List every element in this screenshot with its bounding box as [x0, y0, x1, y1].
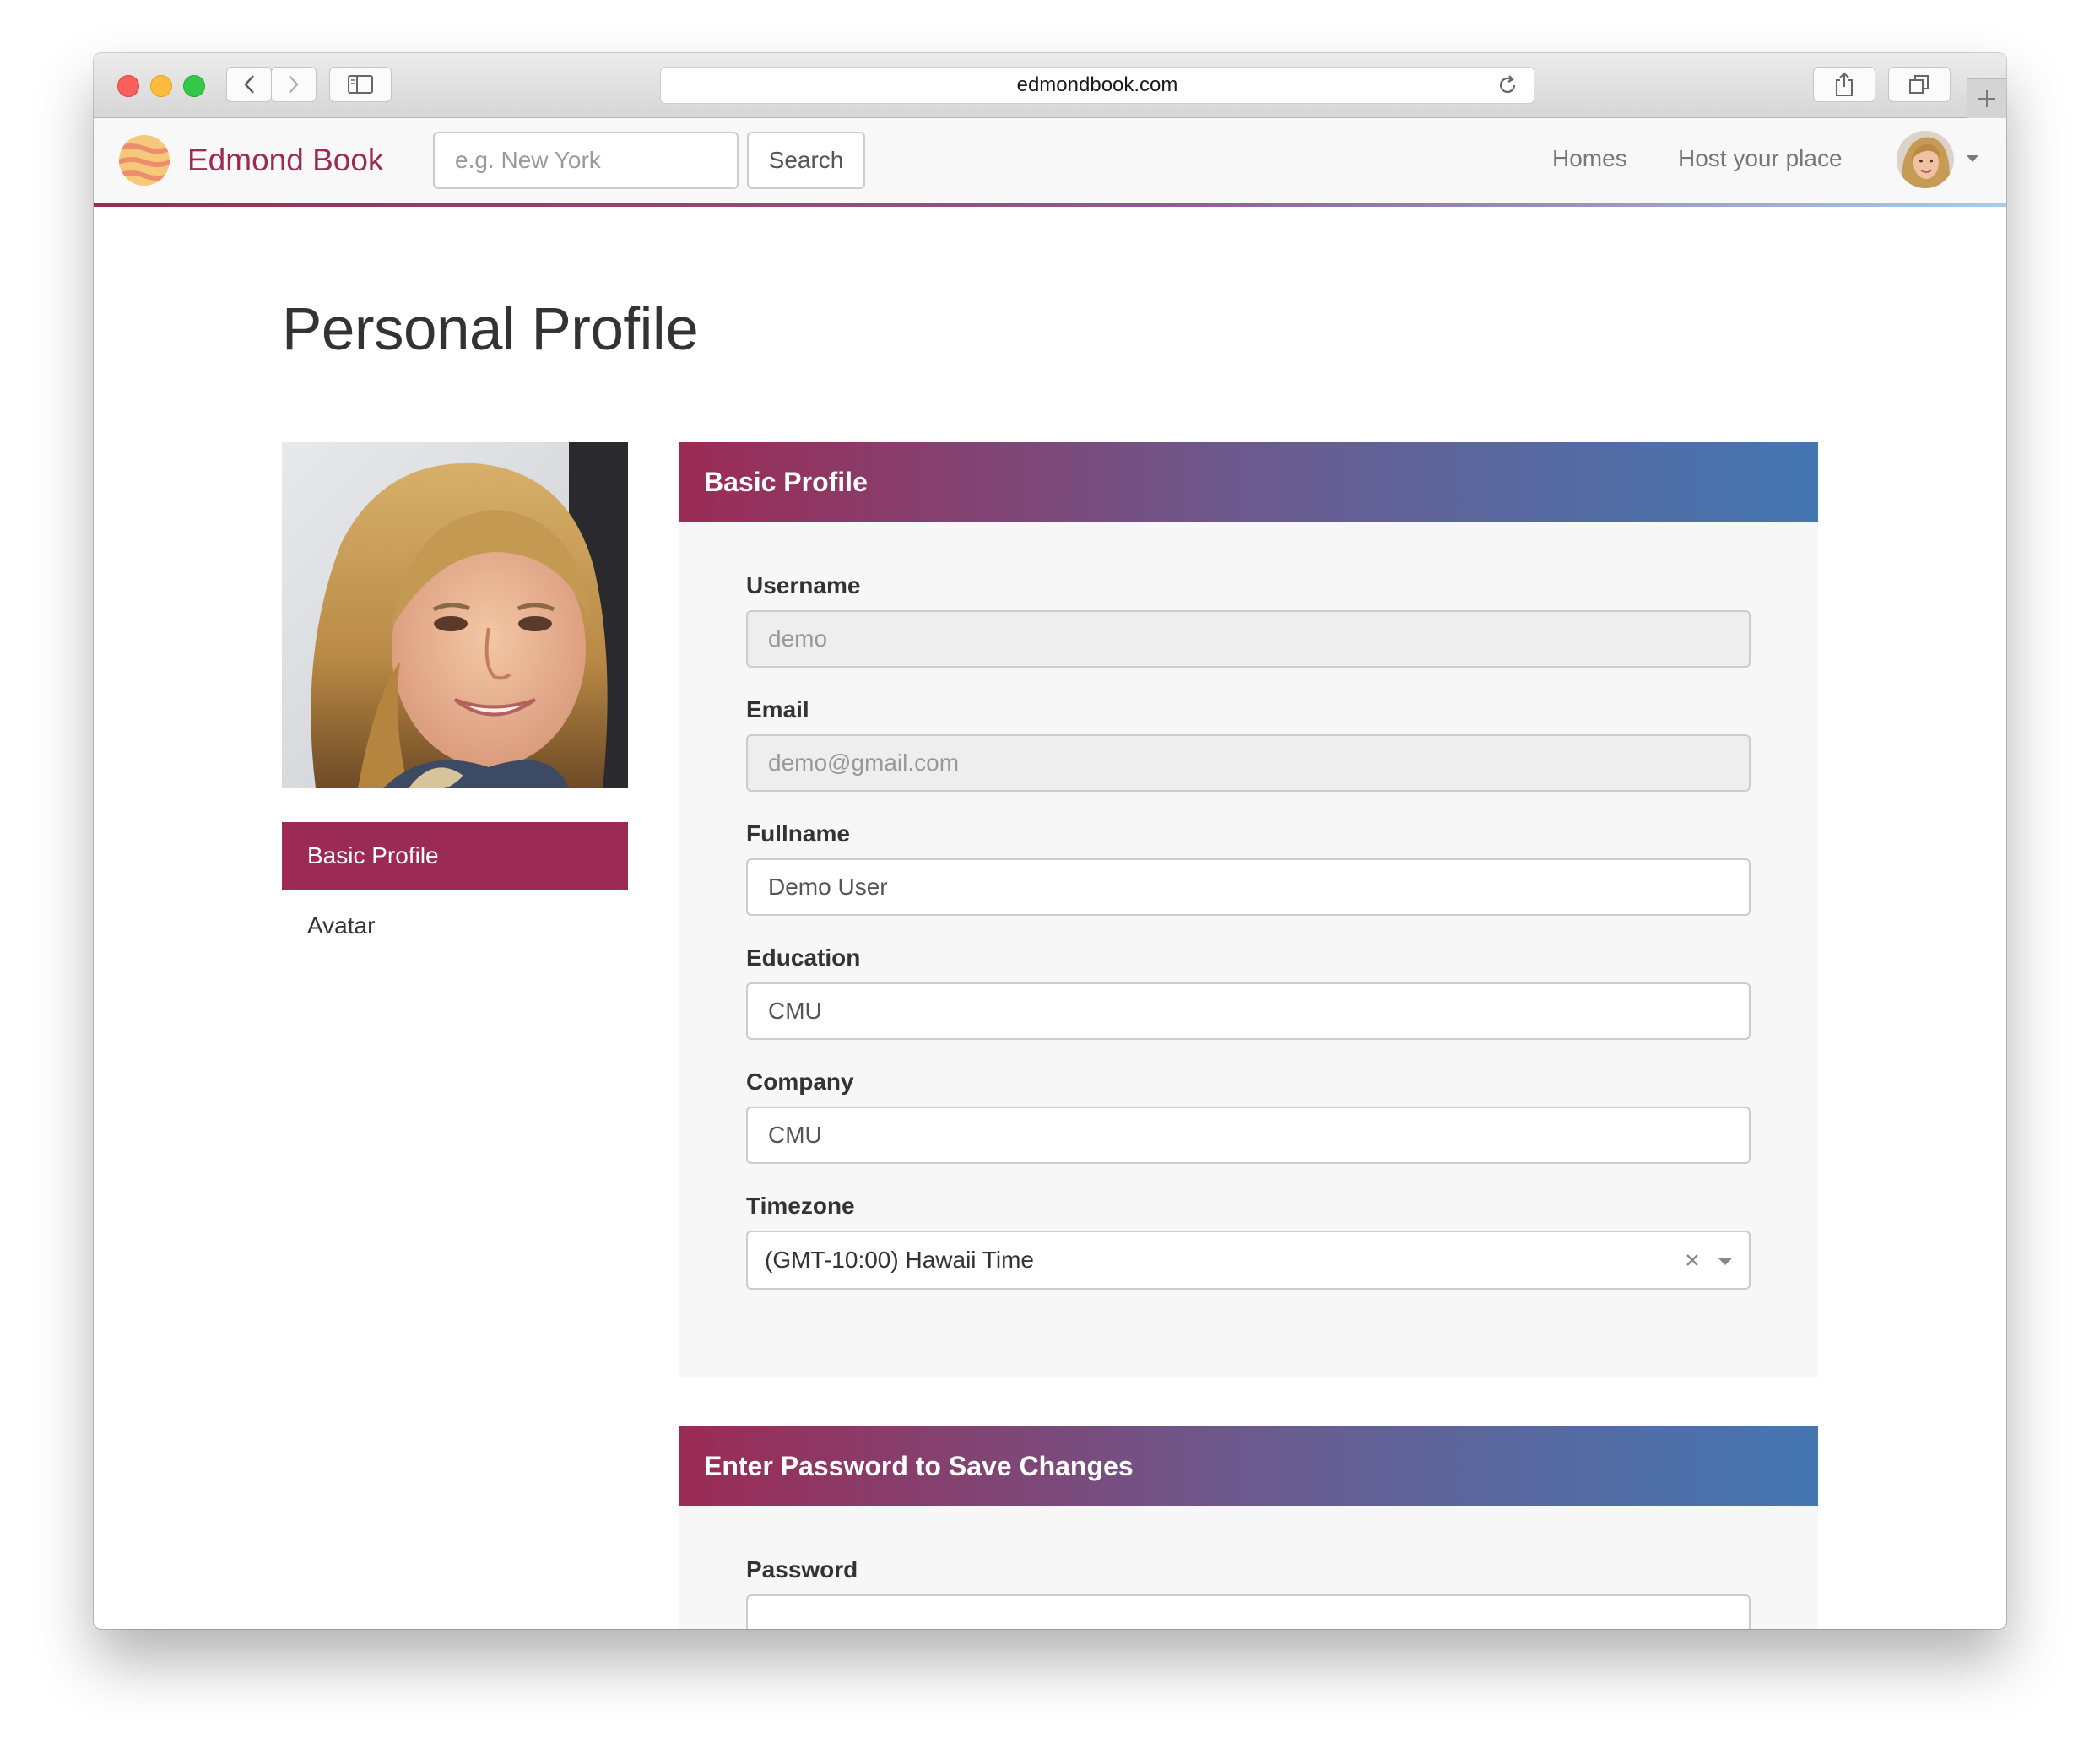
forward-button[interactable]: [271, 67, 317, 102]
page-title: Personal Profile: [282, 296, 699, 363]
tabs-icon: [1909, 75, 1929, 94]
share-icon: [1836, 72, 1853, 96]
search-button[interactable]: Search: [747, 132, 865, 189]
timezone-selected-value: (GMT-10:00) Hawaii Time: [765, 1247, 1034, 1273]
zoom-window-button[interactable]: [183, 75, 205, 97]
education-field[interactable]: [746, 982, 1751, 1040]
browser-window: edmondbook.com Edmond Book Se: [94, 53, 2006, 1629]
site-navbar: Edmond Book Search Homes Host your place: [94, 118, 2006, 203]
company-label: Company: [746, 1069, 854, 1095]
email-field: [746, 734, 1751, 792]
sidebar-item-avatar[interactable]: Avatar: [282, 890, 628, 962]
nav-link-host-your-place[interactable]: Host your place: [1678, 145, 1843, 172]
timezone-select[interactable]: (GMT-10:00) Hawaii Time: [746, 1231, 1751, 1290]
password-panel: Enter Password to Save Changes Password: [679, 1426, 1818, 1629]
chevron-left-icon: [244, 75, 254, 94]
url-text: edmondbook.com: [1016, 73, 1178, 96]
fullname-label: Fullname: [746, 820, 850, 847]
caret-down-icon[interactable]: [1966, 154, 1979, 163]
tabs-overview-button[interactable]: [1888, 67, 1951, 102]
password-label: Password: [746, 1556, 858, 1583]
email-group: Email: [746, 696, 1751, 792]
profile-sidebar-nav: Basic Profile Avatar: [282, 822, 628, 962]
company-field[interactable]: [746, 1107, 1751, 1164]
plus-icon: [1978, 90, 1995, 107]
user-avatar[interactable]: [1897, 131, 1954, 188]
new-tab-button[interactable]: [1967, 78, 2006, 118]
password-group: Password: [746, 1556, 1751, 1629]
sidebar-icon: [348, 75, 373, 94]
brand-name[interactable]: Edmond Book: [187, 143, 383, 178]
password-panel-heading: Enter Password to Save Changes: [679, 1426, 1818, 1506]
email-label: Email: [746, 696, 809, 722]
nav-link-homes[interactable]: Homes: [1552, 145, 1627, 172]
education-group: Education: [746, 944, 1751, 1040]
chevron-down-icon[interactable]: [1717, 1257, 1734, 1266]
basic-profile-panel: Basic Profile Username Email Fullname Ed…: [679, 442, 1818, 1377]
minimize-window-button[interactable]: [150, 75, 172, 97]
education-label: Education: [746, 944, 861, 971]
username-field: [746, 610, 1751, 668]
chevron-right-icon: [289, 75, 299, 94]
profile-photo: [282, 442, 628, 788]
password-field[interactable]: [746, 1594, 1751, 1629]
browser-toolbar: edmondbook.com: [94, 53, 2006, 118]
username-label: Username: [746, 572, 861, 598]
timezone-label: Timezone: [746, 1193, 855, 1219]
share-button[interactable]: [1813, 67, 1875, 102]
timezone-group: Timezone (GMT-10:00) Hawaii Time: [746, 1193, 1751, 1290]
logo-icon[interactable]: [118, 134, 170, 187]
clear-icon[interactable]: [1685, 1253, 1700, 1268]
reload-icon[interactable]: [1497, 74, 1518, 102]
navbar-accent-line: [94, 203, 2006, 207]
search-input[interactable]: [433, 132, 739, 189]
fullname-group: Fullname: [746, 820, 1751, 916]
company-group: Company: [746, 1069, 1751, 1164]
username-group: Username: [746, 572, 1751, 668]
back-button[interactable]: [226, 67, 272, 102]
close-window-button[interactable]: [117, 75, 139, 97]
sidebar-toggle-button[interactable]: [329, 67, 392, 102]
sidebar-item-basic-profile[interactable]: Basic Profile: [282, 822, 628, 890]
basic-profile-heading: Basic Profile: [679, 442, 1818, 522]
address-bar[interactable]: edmondbook.com: [660, 67, 1534, 104]
fullname-field[interactable]: [746, 858, 1751, 916]
